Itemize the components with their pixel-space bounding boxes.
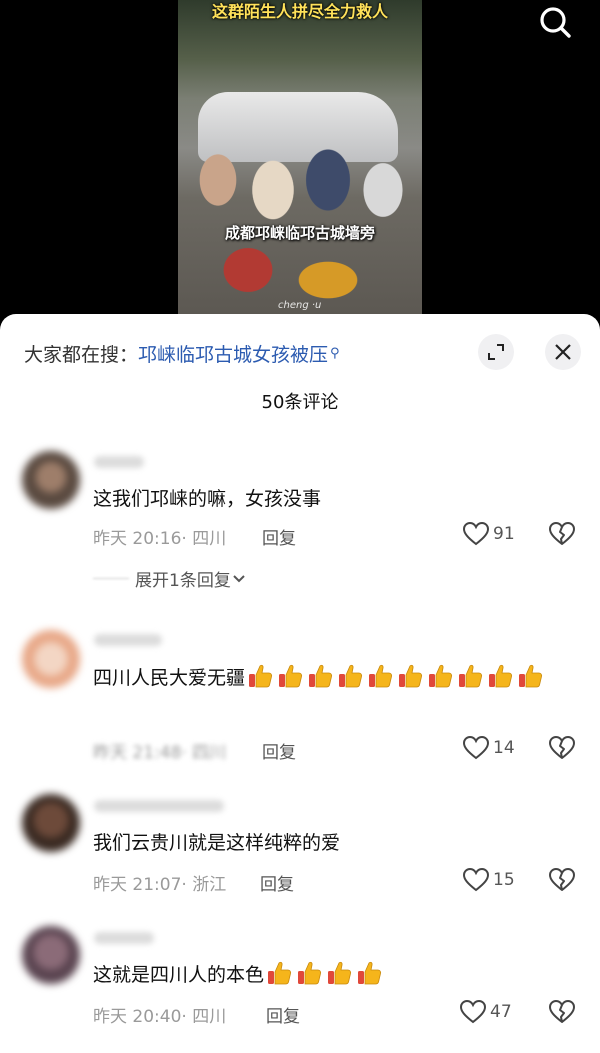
comments-sheet: 大家都在搜：邛崃临邛古城女孩被压 ⚲ 50条评论 这我们邛崃的嘛，女孩没事 昨天 … [0,314,600,1053]
comment-text-body: 四川人民大爱无疆 [93,667,246,689]
username[interactable] [94,932,154,944]
thumbs-up-emoji [268,961,292,985]
broken-heart-icon [549,736,575,759]
search-small-icon: ⚲ [330,346,340,361]
comment-text: 这我们邛崃的嘛，女孩没事 [93,488,322,510]
comment-text-body: 这就是四川人的本色 [93,964,265,986]
heart-icon [463,868,489,892]
thumbs-up-emoji [459,664,483,688]
comment-time: 昨天 20:16 [93,529,182,549]
thumbs-up-emoji [279,664,303,688]
like-button[interactable]: 91 [463,522,515,546]
expand-replies-button[interactable]: 展开1条回复 [93,566,247,591]
chevron-down-icon [233,574,245,582]
heart-icon [463,736,489,760]
dislike-button[interactable] [549,1000,575,1028]
reply-button[interactable]: 回复 [262,524,296,549]
thumbs-up-emoji [519,664,543,688]
broken-heart-icon [549,868,575,891]
heart-icon [460,1000,486,1024]
thumbs-up-emoji [429,664,453,688]
search-suggestion-term[interactable]: 邛崃临邛古城女孩被压 [138,344,328,366]
video-frame[interactable]: 这群陌生人拼尽全力救人 成都邛崃临邛古城墙旁 cheng ·u [178,0,422,330]
video-crowd-shape [178,120,422,310]
comment-meta: 昨天 20:16· 四川 [93,524,226,549]
avatar[interactable] [22,926,80,984]
thumbs-up-emoji-group [245,664,545,689]
comment-text: 这就是四川人的本色 [93,956,580,994]
like-button[interactable]: 15 [463,868,515,892]
thumbs-up-emoji [399,664,423,688]
thumbs-up-emoji [339,664,363,688]
comment-location: · 四川 [181,1007,227,1027]
comment-meta: 昨天 21:48· 四川 [93,738,226,763]
heart-icon [463,522,489,546]
close-icon [555,344,571,360]
thumbs-up-emoji [369,664,393,688]
close-button[interactable] [545,334,581,370]
comment-text: 我们云贵川就是这样纯粹的爱 [93,832,341,854]
comment-time: 昨天 20:40 [93,1007,182,1027]
comment-location: · 浙江 [181,875,227,895]
avatar[interactable] [22,451,80,509]
dislike-button[interactable] [549,868,575,896]
thumbs-up-emoji [298,961,322,985]
comment-location: · 四川 [181,529,227,549]
reply-button[interactable]: 回复 [266,1002,300,1027]
expand-icon [488,344,504,360]
avatar[interactable] [22,794,80,852]
thumbs-up-emoji [309,664,333,688]
username[interactable] [94,800,224,812]
avatar[interactable] [22,630,80,688]
username[interactable] [94,634,162,646]
thumbs-up-emoji [328,961,352,985]
like-button[interactable]: 14 [463,736,515,760]
like-count: 15 [493,870,515,890]
thumbs-up-emoji [358,961,382,985]
expand-replies-label: 展开1条回复 [135,571,231,591]
comment-meta: 昨天 20:40· 四川 [93,1002,226,1027]
comment-time: 昨天 21:07 [93,875,182,895]
search-button[interactable] [536,4,576,40]
video-watermark: cheng ·u [278,300,322,311]
comment-count-title: 50条评论 [261,392,339,413]
broken-heart-icon [549,522,575,545]
like-count: 47 [490,1002,512,1022]
dislike-button[interactable] [549,736,575,764]
username[interactable] [94,456,144,468]
comment-text: 四川人民大爱无疆 [93,658,580,698]
thumbs-up-emoji [489,664,513,688]
comment-time: 昨天 21:48 [93,743,182,763]
expand-button[interactable] [478,334,514,370]
like-count: 91 [493,524,515,544]
search-icon [540,7,571,38]
search-suggestion[interactable]: 大家都在搜：邛崃临邛古城女孩被压 ⚲ [24,340,340,367]
comment-meta: 昨天 21:07· 浙江 [93,870,226,895]
comment-location: · 四川 [181,743,227,763]
dislike-button[interactable] [549,522,575,550]
broken-heart-icon [549,1000,575,1023]
thumbs-up-emoji-group [264,961,384,986]
video-player[interactable]: 这群陌生人拼尽全力救人 成都邛崃临邛古城墙旁 cheng ·u [0,0,600,330]
video-title-overlay: 这群陌生人拼尽全力救人 [211,2,388,21]
thumbs-up-emoji [249,664,273,688]
search-suggestion-prefix: 大家都在搜： [24,344,139,366]
reply-button[interactable]: 回复 [260,870,294,895]
like-count: 14 [493,738,515,758]
expand-replies-line [93,578,129,579]
video-caption: 成都邛崃临邛古城墙旁 [224,224,375,242]
like-button[interactable]: 47 [460,1000,512,1024]
reply-button[interactable]: 回复 [262,738,296,763]
